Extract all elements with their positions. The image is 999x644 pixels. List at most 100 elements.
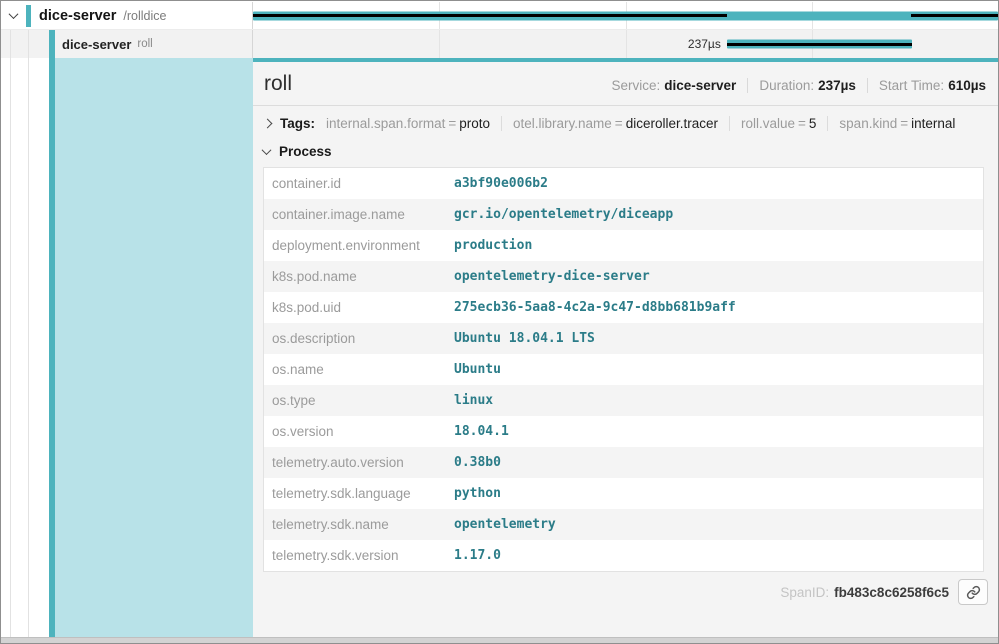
process-value: linux <box>446 385 984 416</box>
process-table-row: os.version18.04.1 <box>264 416 984 447</box>
tags-label: Tags: <box>280 116 315 131</box>
process-value: 275ecb36-5aa8-4c2a-9c47-d8bb681b9aff <box>446 292 984 323</box>
horizontal-scrollbar-track[interactable] <box>1 637 998 643</box>
timeline-gridline <box>626 30 627 58</box>
selected-span-left-pane <box>1 58 253 637</box>
selected-span-highlight <box>55 58 253 637</box>
process-key: deployment.environment <box>264 230 447 261</box>
tag-item: internal.span.format=proto <box>326 116 501 131</box>
tag-item: span.kind=internal <box>827 116 966 131</box>
process-key: telemetry.sdk.version <box>264 540 447 572</box>
process-value: gcr.io/opentelemetry/diceapp <box>446 199 984 230</box>
tag-value: internal <box>911 116 955 131</box>
tags-list: internal.span.format=protootel.library.n… <box>326 116 966 131</box>
process-key-value-table: container.ida3bf90e006b2container.image.… <box>263 167 984 572</box>
span-bar[interactable] <box>253 11 998 20</box>
summary-value: 237µs <box>818 78 856 93</box>
process-table-row: deployment.environmentproduction <box>264 230 984 261</box>
summary-label: Start Time: <box>879 78 944 93</box>
process-table-row: telemetry.auto.version0.38b0 <box>264 447 984 478</box>
tag-equals: = <box>445 116 459 131</box>
tag-value: 5 <box>809 116 817 131</box>
operation-name: roll <box>137 38 152 50</box>
process-table-row: telemetry.sdk.nameopentelemetry <box>264 509 984 540</box>
timeline-gridline <box>439 30 440 58</box>
tag-key: roll.value <box>741 116 795 131</box>
indent-guide <box>28 30 29 58</box>
span-row-roll[interactable]: dice-server roll 237µs <box>1 30 998 58</box>
process-value: opentelemetry <box>446 509 984 540</box>
process-table-row: os.typelinux <box>264 385 984 416</box>
process-key: k8s.pod.uid <box>264 292 447 323</box>
tag-equals: = <box>795 116 809 131</box>
process-table-row: telemetry.sdk.version1.17.0 <box>264 540 984 572</box>
process-accordion-toggle[interactable]: Process <box>253 131 998 159</box>
span-rows: dice-server /rolldice dice-server roll 2… <box>1 2 998 58</box>
tag-key: internal.span.format <box>326 116 445 131</box>
tag-value: proto <box>459 116 490 131</box>
tag-equals: = <box>612 116 626 131</box>
process-value: opentelemetry-dice-server <box>446 261 984 292</box>
indent-guide <box>28 58 29 637</box>
summary-duration: Duration: 237µs <box>759 78 856 93</box>
process-table-row: container.ida3bf90e006b2 <box>264 168 984 200</box>
timeline-cell[interactable]: 237µs <box>253 30 998 58</box>
summary-divider <box>747 78 748 93</box>
span-name-cell[interactable]: dice-server roll <box>1 30 253 58</box>
span-title: roll <box>264 72 292 95</box>
critical-path-segment <box>911 14 998 17</box>
process-label: Process <box>279 144 332 159</box>
chevron-right-icon <box>263 119 273 129</box>
summary-service: Service: dice-server <box>611 78 736 93</box>
process-key: container.image.name <box>264 199 447 230</box>
process-table-row: k8s.pod.uid275ecb36-5aa8-4c2a-9c47-d8bb6… <box>264 292 984 323</box>
summary-label: Duration: <box>759 78 814 93</box>
span-summary: Service: dice-server Duration: 237µs Start… <box>611 78 986 93</box>
collapse-chevron-icon[interactable] <box>9 9 19 19</box>
process-value: python <box>446 478 984 509</box>
span-bar[interactable] <box>727 40 913 49</box>
tag-item: otel.library.name=diceroller.tracer <box>501 116 729 131</box>
process-key: os.type <box>264 385 447 416</box>
summary-divider <box>867 78 868 93</box>
spanid-value: fb483c8c6258f6c5 <box>834 585 949 600</box>
chevron-down-icon <box>262 145 272 155</box>
service-color-indicator <box>26 5 31 27</box>
copy-span-link-button[interactable] <box>958 579 988 605</box>
process-table-row: os.descriptionUbuntu 18.04.1 LTS <box>264 323 984 354</box>
span-detail-panel: roll Service: dice-server Duration: 237µs … <box>253 58 998 637</box>
summary-label: Service: <box>611 78 660 93</box>
tag-equals: = <box>897 116 911 131</box>
summary-start-time: Start Time:610µs <box>879 78 986 93</box>
process-table-row: os.nameUbuntu <box>264 354 984 385</box>
service-color-indicator <box>49 30 55 58</box>
process-table-row: k8s.pod.nameopentelemetry-dice-server <box>264 261 984 292</box>
link-icon <box>966 585 981 600</box>
tags-accordion-toggle[interactable]: Tags: internal.span.format=protootel.lib… <box>253 106 998 131</box>
process-table-row: container.image.namegcr.io/opentelemetry… <box>264 199 984 230</box>
timeline-cell[interactable] <box>253 2 998 29</box>
process-key: os.description <box>264 323 447 354</box>
span-name-cell[interactable]: dice-server /rolldice <box>1 2 253 29</box>
operation-name: /rolldice <box>123 9 166 23</box>
process-value: 18.04.1 <box>446 416 984 447</box>
process-value: 1.17.0 <box>446 540 984 572</box>
process-key: k8s.pod.name <box>264 261 447 292</box>
process-value: 0.38b0 <box>446 447 984 478</box>
span-detail-footer: SpanID: fb483c8c6258f6c5 <box>253 574 998 610</box>
process-key: telemetry.sdk.name <box>264 509 447 540</box>
process-table-row: telemetry.sdk.languagepython <box>264 478 984 509</box>
span-detail-header: roll Service: dice-server Duration: 237µs … <box>253 62 998 106</box>
span-row-rolldice[interactable]: dice-server /rolldice <box>1 2 998 30</box>
tag-value: diceroller.tracer <box>626 116 718 131</box>
summary-value: dice-server <box>664 78 736 93</box>
jaeger-trace-view: dice-server /rolldice dice-server roll 2… <box>0 0 999 644</box>
spanid-label: SpanID: <box>780 585 829 600</box>
process-key: os.name <box>264 354 447 385</box>
critical-path-segment <box>727 43 913 46</box>
process-key: telemetry.auto.version <box>264 447 447 478</box>
indent-guide <box>10 30 11 58</box>
process-value: a3bf90e006b2 <box>446 168 984 200</box>
span-duration-label: 237µs <box>688 37 721 51</box>
tag-key: span.kind <box>839 116 897 131</box>
